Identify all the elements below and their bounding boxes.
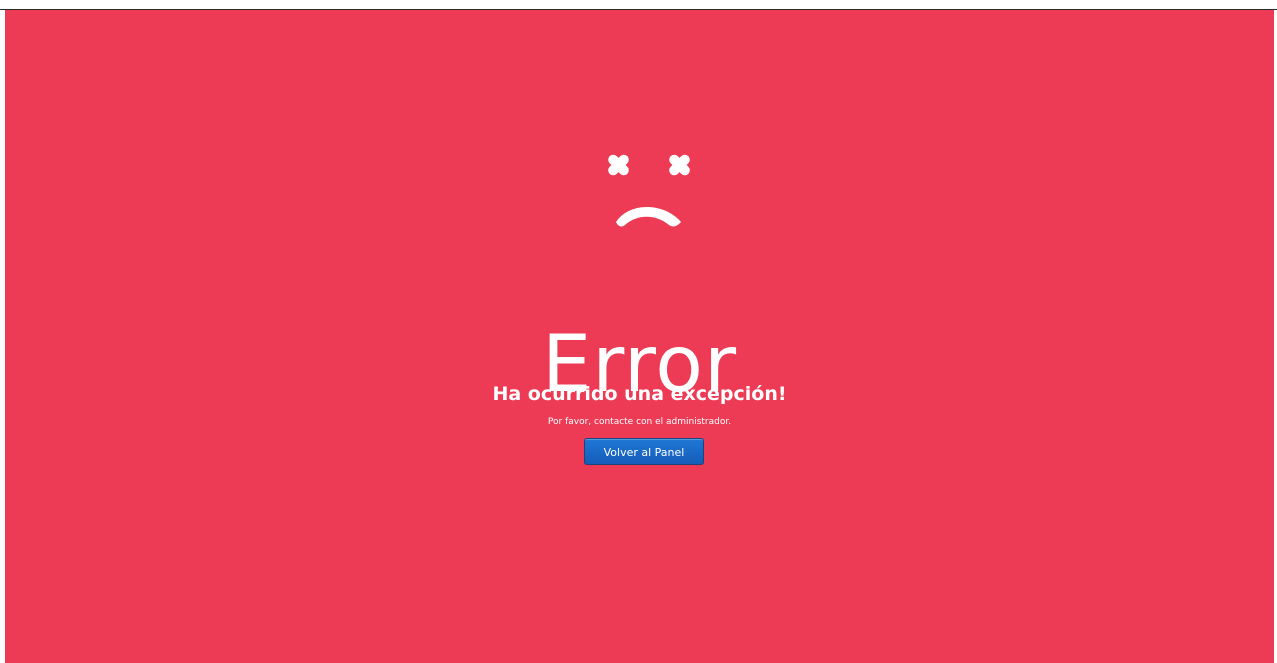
sad-face-icon — [594, 140, 704, 235]
error-screen: Error Ha ocurrido una excepción! Por fav… — [0, 0, 1277, 663]
error-panel: Error Ha ocurrido una excepción! Por fav… — [5, 10, 1274, 663]
error-message: Por favor, contacte con el administrador… — [547, 417, 732, 427]
back-to-panel-button[interactable]: Volver al Panel — [584, 438, 704, 465]
top-border — [0, 0, 1277, 10]
error-subtitle: Ha ocurrido una excepción! — [492, 382, 787, 405]
